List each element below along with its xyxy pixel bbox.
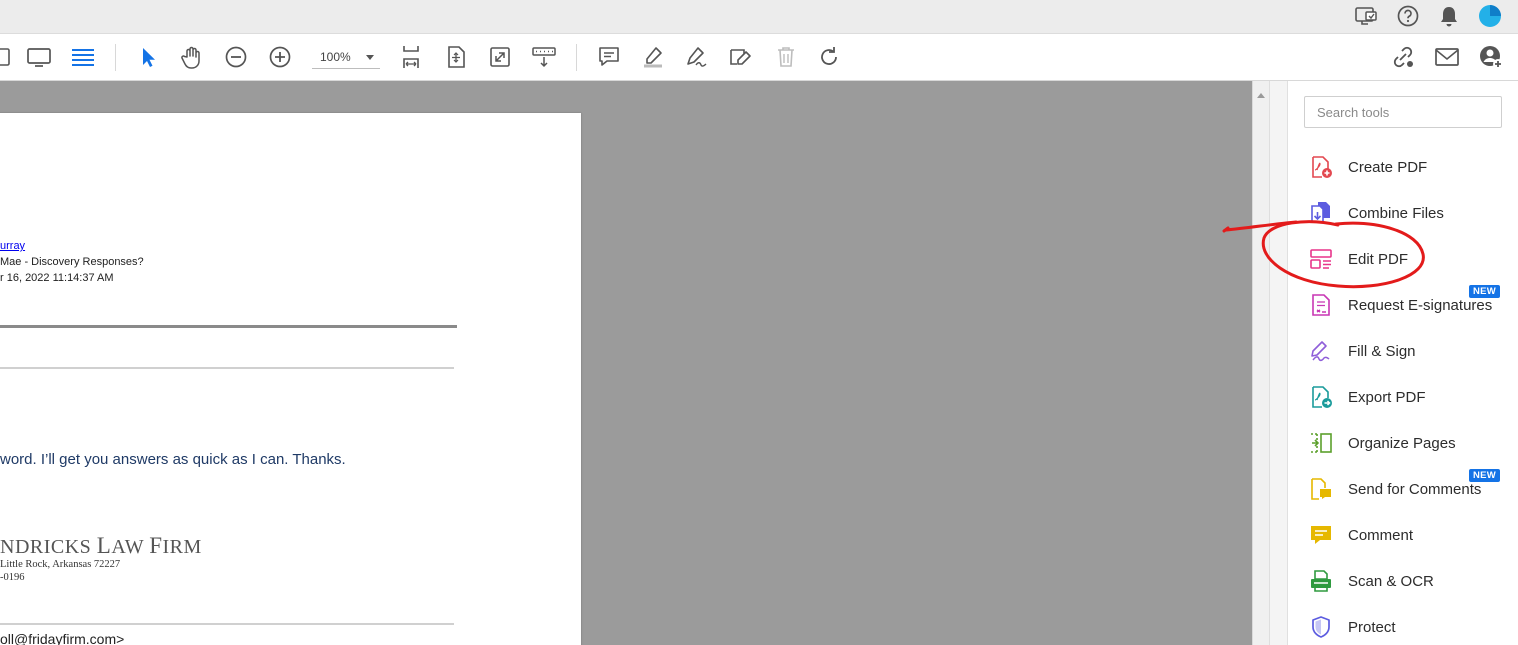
firm-address: Little Rock, Arkansas 72227: [0, 559, 121, 570]
keyboard-scroll-icon[interactable]: [529, 42, 559, 72]
tool-label: Create PDF: [1348, 158, 1428, 176]
tool-label: Comment: [1348, 526, 1414, 544]
toolbar-separator: [576, 44, 577, 71]
send-for-comments-icon: [1308, 476, 1334, 502]
tool-label: Send for Comments: [1348, 480, 1482, 498]
zoom-level-dropdown[interactable]: 100%: [312, 46, 380, 69]
tool-create-pdf[interactable]: Create PDF: [1308, 151, 1514, 183]
tool-edit-pdf[interactable]: Edit PDF: [1308, 243, 1514, 275]
pdf-page: urray Mae - Discovery Responses? r 16, 2…: [0, 113, 581, 645]
account-avatar-icon[interactable]: [1477, 4, 1503, 28]
create-pdf-icon: [1308, 154, 1334, 180]
select-cursor-icon[interactable]: [133, 42, 163, 72]
tool-label: Fill & Sign: [1348, 342, 1416, 360]
edit-pdf-icon: [1308, 246, 1334, 272]
bookmark-icon[interactable]: [0, 42, 16, 72]
highlight-pen-icon[interactable]: [638, 42, 668, 72]
tool-label: Request E-signatures: [1348, 296, 1493, 314]
add-user-icon[interactable]: [1476, 42, 1506, 72]
search-tools-input[interactable]: [1304, 96, 1502, 128]
tools-pane: Create PDF Combine Files Edit PDF NEW Re…: [1287, 81, 1518, 645]
top-bar: [0, 0, 1518, 34]
tool-combine-files[interactable]: Combine Files: [1308, 197, 1514, 229]
comment-icon: [1308, 522, 1334, 548]
header-divider: [0, 325, 457, 328]
tool-protect[interactable]: Protect: [1308, 611, 1514, 643]
toolbar-separator: [115, 44, 116, 71]
page-display-icon[interactable]: [68, 42, 98, 72]
zoom-in-icon[interactable]: [265, 42, 295, 72]
rotate-redo-icon[interactable]: [814, 42, 844, 72]
vertical-scrollbar[interactable]: [1252, 81, 1270, 645]
combine-files-icon: [1308, 200, 1334, 226]
hand-pan-icon[interactable]: [177, 42, 207, 72]
tool-export-pdf[interactable]: Export PDF: [1308, 381, 1514, 413]
edit-text-icon[interactable]: [726, 42, 756, 72]
read-mode-icon[interactable]: [24, 42, 54, 72]
tool-label: Combine Files: [1348, 204, 1444, 222]
body-divider: [0, 367, 454, 369]
scan-ocr-icon: [1308, 568, 1334, 594]
email-address-text: oll@fridayfirm.com>: [0, 631, 125, 645]
firm-phone: -0196: [0, 572, 25, 583]
email-envelope-icon[interactable]: [1432, 42, 1462, 72]
zoom-out-icon[interactable]: [221, 42, 251, 72]
tool-request-esignatures[interactable]: Request E-signatures: [1308, 289, 1514, 321]
email-header-from: urray: [0, 240, 25, 252]
request-esignatures-icon: [1308, 292, 1334, 318]
scroll-up-arrow-icon[interactable]: [1257, 93, 1265, 98]
tool-label: Scan & OCR: [1348, 572, 1434, 590]
fit-page-width-icon[interactable]: [396, 42, 426, 72]
firm-name-part: IRM: [162, 536, 202, 558]
tool-organize-pages[interactable]: Organize Pages: [1308, 427, 1514, 459]
full-screen-icon[interactable]: [485, 42, 515, 72]
zoom-level-value: 100%: [320, 50, 351, 64]
chevron-down-icon: [366, 54, 374, 60]
trash-delete-icon[interactable]: [771, 42, 801, 72]
organize-pages-icon: [1308, 430, 1334, 456]
main-toolbar: 100%: [0, 34, 1518, 81]
tool-comment[interactable]: Comment: [1308, 519, 1514, 551]
fill-sign-icon: [1308, 338, 1334, 364]
pane-divider[interactable]: [1269, 81, 1288, 645]
email-sender-link[interactable]: urray: [0, 240, 25, 252]
firm-name-part: AW: [111, 536, 150, 558]
firm-name-part: L: [96, 533, 112, 558]
tool-label: Export PDF: [1348, 388, 1426, 406]
tool-scan-ocr[interactable]: Scan & OCR: [1308, 565, 1514, 597]
email-header-subject: Mae - Discovery Responses?: [0, 256, 144, 268]
tool-label: Organize Pages: [1348, 434, 1456, 452]
draw-signature-icon[interactable]: [682, 42, 712, 72]
share-screen-icon[interactable]: [1353, 4, 1379, 28]
fit-page-icon[interactable]: [441, 42, 471, 72]
tool-send-for-comments[interactable]: Send for Comments: [1308, 473, 1514, 505]
firm-name: NDRICKS LAW FIRM: [0, 533, 202, 559]
protect-icon: [1308, 614, 1334, 640]
export-pdf-icon: [1308, 384, 1334, 410]
email-body-text: word. I’ll get you answers as quick as I…: [0, 451, 346, 468]
tool-label: Protect: [1348, 618, 1396, 636]
notifications-bell-icon[interactable]: [1436, 4, 1462, 28]
comment-sticky-note-icon[interactable]: [594, 42, 624, 72]
share-link-icon[interactable]: [1388, 42, 1418, 72]
signature-divider: [0, 623, 454, 625]
firm-name-part: F: [149, 533, 163, 558]
firm-name-part: NDRICKS: [0, 536, 97, 558]
tool-label: Edit PDF: [1348, 250, 1409, 268]
tool-fill-sign[interactable]: Fill & Sign: [1308, 335, 1514, 367]
document-viewer[interactable]: urray Mae - Discovery Responses? r 16, 2…: [0, 81, 1252, 645]
email-header-date: r 16, 2022 11:14:37 AM: [0, 272, 114, 284]
help-icon[interactable]: [1395, 4, 1421, 28]
